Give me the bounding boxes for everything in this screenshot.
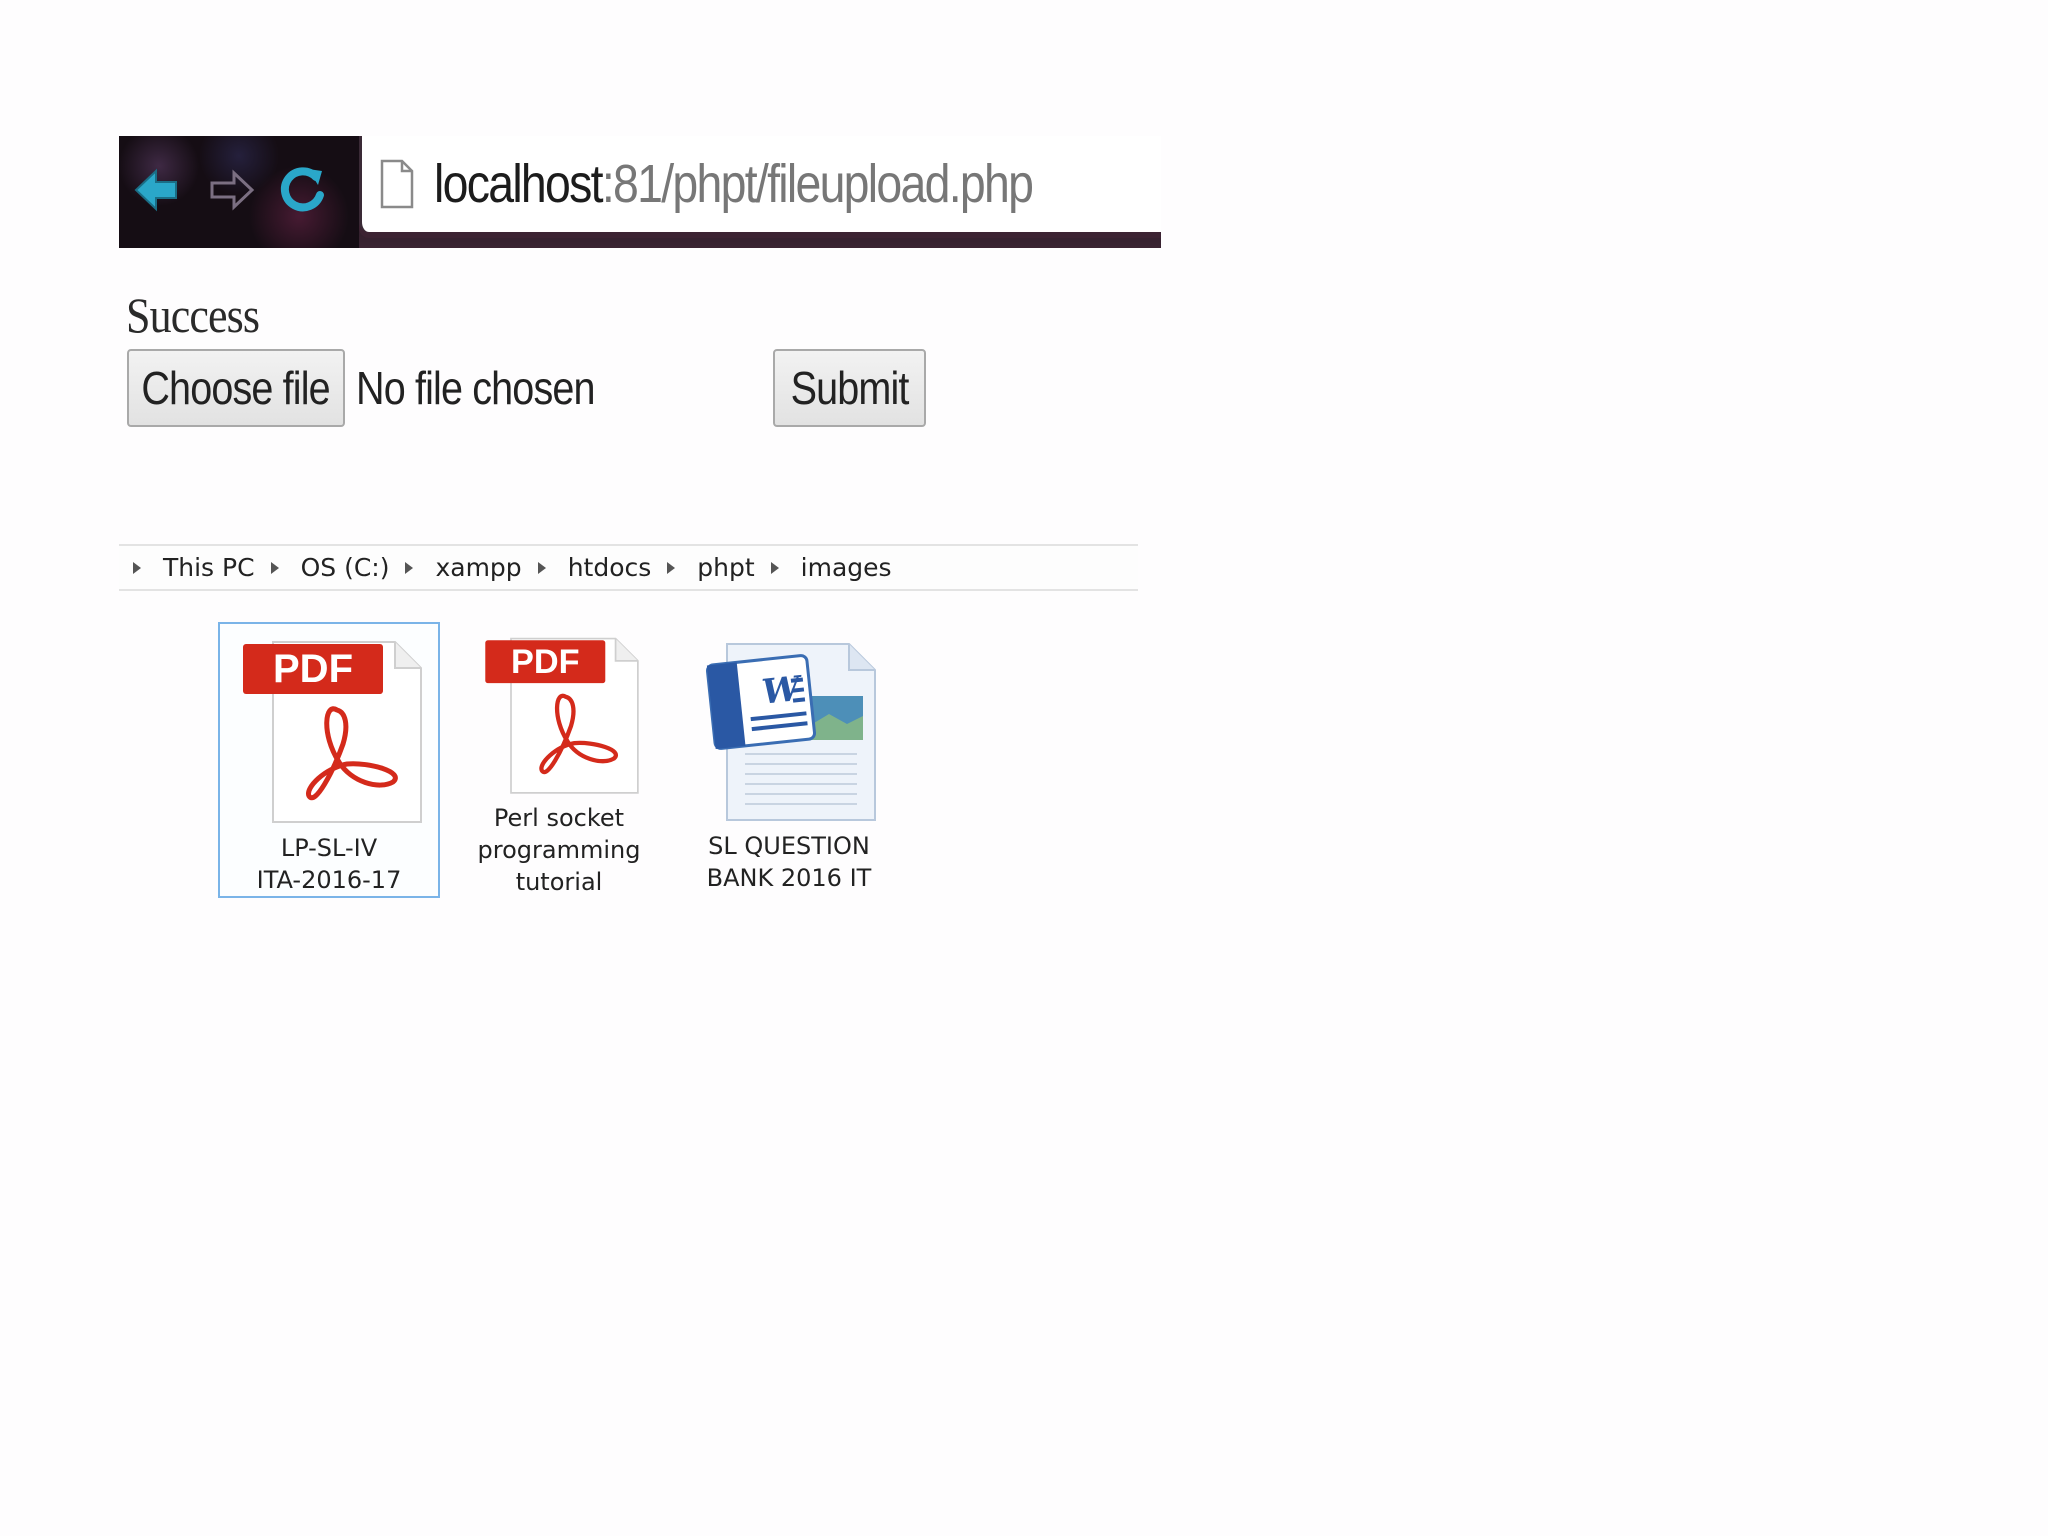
choose-file-label: Choose file xyxy=(141,362,331,414)
browser-toolbar: localhost:81/phpt/fileupload.php xyxy=(119,136,1161,248)
breadcrumb-item-xampp[interactable]: xampp xyxy=(389,553,522,582)
breadcrumb-item-this-pc[interactable]: This PC xyxy=(119,553,255,582)
reload-icon[interactable] xyxy=(273,160,333,220)
submit-button[interactable]: Submit xyxy=(773,349,926,427)
nav-button-group xyxy=(119,136,359,248)
file-name-line: SL QUESTION xyxy=(708,832,870,860)
pdf-file-icon: PDF xyxy=(485,637,639,794)
file-item[interactable]: PDF Perl socket programming tutorial xyxy=(448,622,670,898)
file-name-line: BANK 2016 IT xyxy=(706,864,872,892)
file-name-line: Perl socket xyxy=(493,804,625,832)
upload-status-message: Success xyxy=(126,287,260,343)
address-bar[interactable]: localhost:81/phpt/fileupload.php xyxy=(359,136,1161,232)
url-text: localhost:81/phpt/fileupload.php xyxy=(434,153,1034,215)
forward-arrow-icon[interactable] xyxy=(201,160,261,220)
chevron-right-icon[interactable] xyxy=(270,561,279,574)
file-name-line: ITA-2016-17 xyxy=(256,866,402,894)
breadcrumb-label: OS (C:) xyxy=(300,553,390,582)
submit-label: Submit xyxy=(790,362,910,414)
file-item[interactable]: W SL QUESTION BANK 2016 IT xyxy=(678,622,900,898)
file-chosen-status: No file chosen xyxy=(356,362,596,414)
breadcrumb-item-images[interactable]: images xyxy=(755,553,892,582)
breadcrumb-item-os-c[interactable]: OS (C:) xyxy=(255,553,390,582)
choose-file-button[interactable]: Choose file xyxy=(127,349,345,427)
breadcrumb-label: htdocs xyxy=(567,553,652,582)
pdf-badge-label: PDF xyxy=(511,643,580,681)
chevron-right-icon[interactable] xyxy=(667,561,676,574)
page-icon xyxy=(380,159,414,209)
word-document-icon: W xyxy=(705,643,876,821)
chevron-right-icon[interactable] xyxy=(770,561,779,574)
file-name: LP-SL-IV ITA-2016-17 xyxy=(229,832,429,896)
explorer-breadcrumb: This PC OS (C:) xampp htdocs phpt images xyxy=(119,544,1138,591)
breadcrumb-label: xampp xyxy=(435,553,522,582)
file-name-line: tutorial xyxy=(515,868,603,896)
breadcrumb-label: images xyxy=(800,553,892,582)
breadcrumb-item-phpt[interactable]: phpt xyxy=(651,553,755,582)
chevron-right-icon[interactable] xyxy=(133,561,141,574)
chevron-right-icon[interactable] xyxy=(405,561,414,574)
back-arrow-icon[interactable] xyxy=(127,160,187,220)
breadcrumb-item-htdocs[interactable]: htdocs xyxy=(522,553,652,582)
pdf-file-icon: PDF xyxy=(243,641,422,823)
breadcrumb-label: This PC xyxy=(163,553,255,582)
file-name: Perl socket programming tutorial xyxy=(459,802,659,898)
file-name-line: programming xyxy=(477,836,641,864)
pdf-badge-label: PDF xyxy=(273,647,353,691)
url-host: localhost xyxy=(434,154,604,214)
url-path: :81/phpt/fileupload.php xyxy=(601,154,1034,214)
file-name-line: LP-SL-IV xyxy=(280,834,378,862)
file-name: SL QUESTION BANK 2016 IT xyxy=(689,830,889,894)
chevron-right-icon[interactable] xyxy=(537,561,546,574)
breadcrumb-label: phpt xyxy=(697,553,755,582)
file-item[interactable]: PDF LP-SL-IV ITA-2016-17 xyxy=(218,622,440,898)
